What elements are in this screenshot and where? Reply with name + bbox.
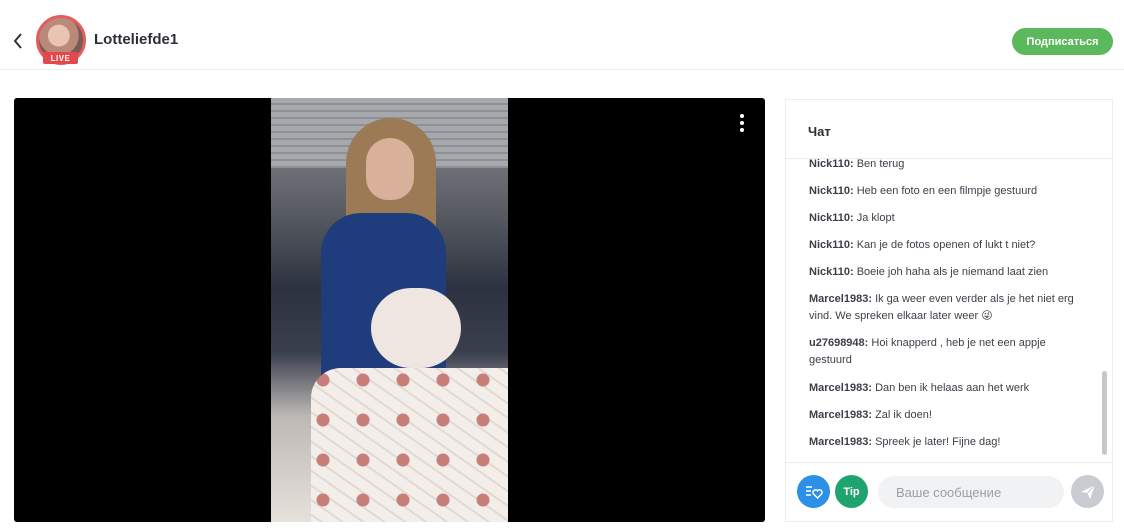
chat-panel: Чат Nick110: Ben terug Nick110: Heb een … bbox=[785, 99, 1113, 522]
favorite-button[interactable] bbox=[797, 475, 830, 508]
chat-message: Marcel1983: Zal ik doen! bbox=[809, 409, 932, 421]
chat-message: Nick110: Boeie joh haha als je niemand l… bbox=[809, 266, 1049, 278]
video-frame bbox=[271, 98, 508, 522]
chat-messages[interactable]: Nick110: Ben terug Nick110: Heb een foto… bbox=[786, 159, 1112, 462]
send-button[interactable] bbox=[1071, 475, 1104, 508]
tip-button[interactable]: Tip bbox=[835, 475, 868, 508]
live-badge: LIVE bbox=[43, 52, 78, 64]
chat-message: Marcel1983: Spreek je later! Fijne dag! bbox=[809, 436, 1001, 448]
subscribe-button[interactable]: Подписаться bbox=[1012, 28, 1113, 55]
streamer-avatar[interactable]: LIVE bbox=[36, 15, 88, 67]
message-input[interactable] bbox=[878, 476, 1064, 508]
video-player[interactable] bbox=[14, 98, 765, 522]
chat-title: Чат bbox=[808, 124, 831, 139]
streamer-username[interactable]: Lotteliefde1 bbox=[94, 31, 178, 48]
back-button[interactable] bbox=[8, 30, 28, 52]
heart-list-icon bbox=[805, 485, 823, 499]
chat-message: Marcel1983: Dan ben ik helaas aan het we… bbox=[809, 382, 1030, 394]
kebab-menu-icon[interactable] bbox=[737, 114, 747, 132]
chevron-left-icon bbox=[13, 33, 22, 49]
top-bar: LIVE Lotteliefde1 Подписаться bbox=[0, 0, 1124, 70]
chat-message: u27698948: Hoi knapperd , heb je net een… bbox=[809, 337, 1046, 366]
chat-message: Nick110: Heb een foto en een filmpje ges… bbox=[809, 185, 1038, 197]
chat-message: Nick110: Ja klopt bbox=[809, 212, 895, 224]
chat-scrollbar[interactable] bbox=[1102, 371, 1107, 455]
paper-plane-icon bbox=[1080, 484, 1095, 499]
chat-message: Marcel1983: Ik ga weer even verder als j… bbox=[809, 293, 1074, 322]
chat-message: Nick110: Ben terug bbox=[809, 159, 905, 170]
chat-message: Nick110: Kan je de fotos openen of lukt … bbox=[809, 239, 1036, 251]
